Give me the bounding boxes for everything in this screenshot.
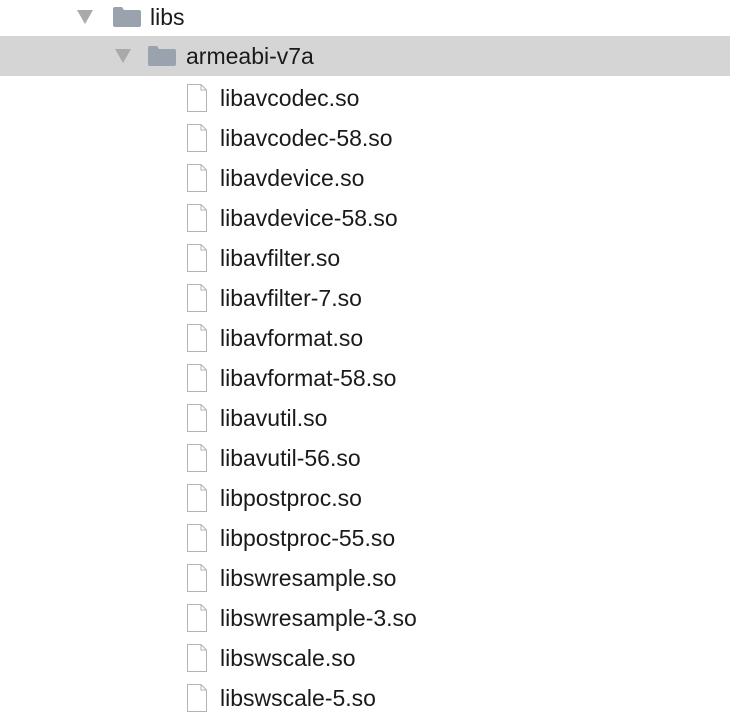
tree-row-armeabi-v7a[interactable]: armeabi-v7a (0, 36, 730, 76)
file-name-label: libavutil.so (220, 404, 328, 431)
tree-row-libavcodec-so[interactable]: libavcodec.so (0, 78, 730, 118)
file-icon (187, 564, 207, 592)
tree-row-libavdevice-so[interactable]: libavdevice.so (0, 158, 730, 198)
file-icon (187, 324, 207, 352)
file-name-label: libswscale.so (220, 644, 356, 671)
file-name-label: libpostproc.so (220, 484, 362, 511)
file-icon (187, 364, 207, 392)
tree-row-libavfilter-so[interactable]: libavfilter.so (0, 238, 730, 278)
tree-row-libavformat-58-so[interactable]: libavformat-58.so (0, 358, 730, 398)
file-icon (187, 244, 207, 272)
tree-row-libswresample-3-so[interactable]: libswresample-3.so (0, 598, 730, 638)
expand-arrow-icon[interactable] (77, 10, 93, 24)
file-name-label: libavcodec-58.so (220, 124, 393, 151)
file-icon (187, 204, 207, 232)
file-icon (187, 604, 207, 632)
file-icon (187, 524, 207, 552)
file-name-label: libavfilter.so (220, 244, 341, 271)
tree-row-libavutil-so[interactable]: libavutil.so (0, 398, 730, 438)
file-name-label: libswresample.so (220, 564, 397, 591)
file-name-label: libavutil-56.so (220, 444, 361, 471)
tree-row-libswscale-so[interactable]: libswscale.so (0, 638, 730, 678)
file-name-label: libavformat.so (220, 324, 364, 351)
file-icon (187, 684, 207, 712)
file-name-label: libavcodec.so (220, 84, 360, 111)
file-icon (187, 84, 207, 112)
file-icon (187, 484, 207, 512)
tree-item-label: armeabi-v7a (186, 42, 314, 69)
file-icon (187, 444, 207, 472)
tree-row-libavfilter-7-so[interactable]: libavfilter-7.so (0, 278, 730, 318)
file-icon (187, 164, 207, 192)
file-icon (187, 124, 207, 152)
file-name-label: libavformat-58.so (220, 364, 397, 391)
file-name-label: libpostproc-55.so (220, 524, 396, 551)
tree-item-label: libs (150, 3, 185, 30)
tree-row-libswscale-5-so[interactable]: libswscale-5.so (0, 678, 730, 718)
tree-row-libpostproc-so[interactable]: libpostproc.so (0, 478, 730, 518)
tree-row-libs[interactable]: libs (0, 0, 730, 37)
project-file-tree: libs armeabi-v7a libavcodec.so libavcodec… (0, 0, 730, 718)
tree-row-libavdevice-58-so[interactable]: libavdevice-58.so (0, 198, 730, 238)
file-name-label: libavdevice.so (220, 164, 365, 191)
file-name-label: libavdevice-58.so (220, 204, 398, 231)
folder-icon (148, 46, 176, 66)
tree-row-libswresample-so[interactable]: libswresample.so (0, 558, 730, 598)
file-icon (187, 644, 207, 672)
file-icon (187, 284, 207, 312)
file-icon (187, 404, 207, 432)
folder-icon (113, 7, 141, 27)
expand-arrow-icon[interactable] (115, 49, 131, 63)
tree-row-libavutil-56-so[interactable]: libavutil-56.so (0, 438, 730, 478)
file-name-label: libswresample-3.so (220, 604, 417, 631)
tree-row-libavcodec-58-so[interactable]: libavcodec-58.so (0, 118, 730, 158)
tree-row-libpostproc-55-so[interactable]: libpostproc-55.so (0, 518, 730, 558)
file-name-label: libswscale-5.so (220, 684, 376, 711)
tree-row-libavformat-so[interactable]: libavformat.so (0, 318, 730, 358)
file-name-label: libavfilter-7.so (220, 284, 362, 311)
